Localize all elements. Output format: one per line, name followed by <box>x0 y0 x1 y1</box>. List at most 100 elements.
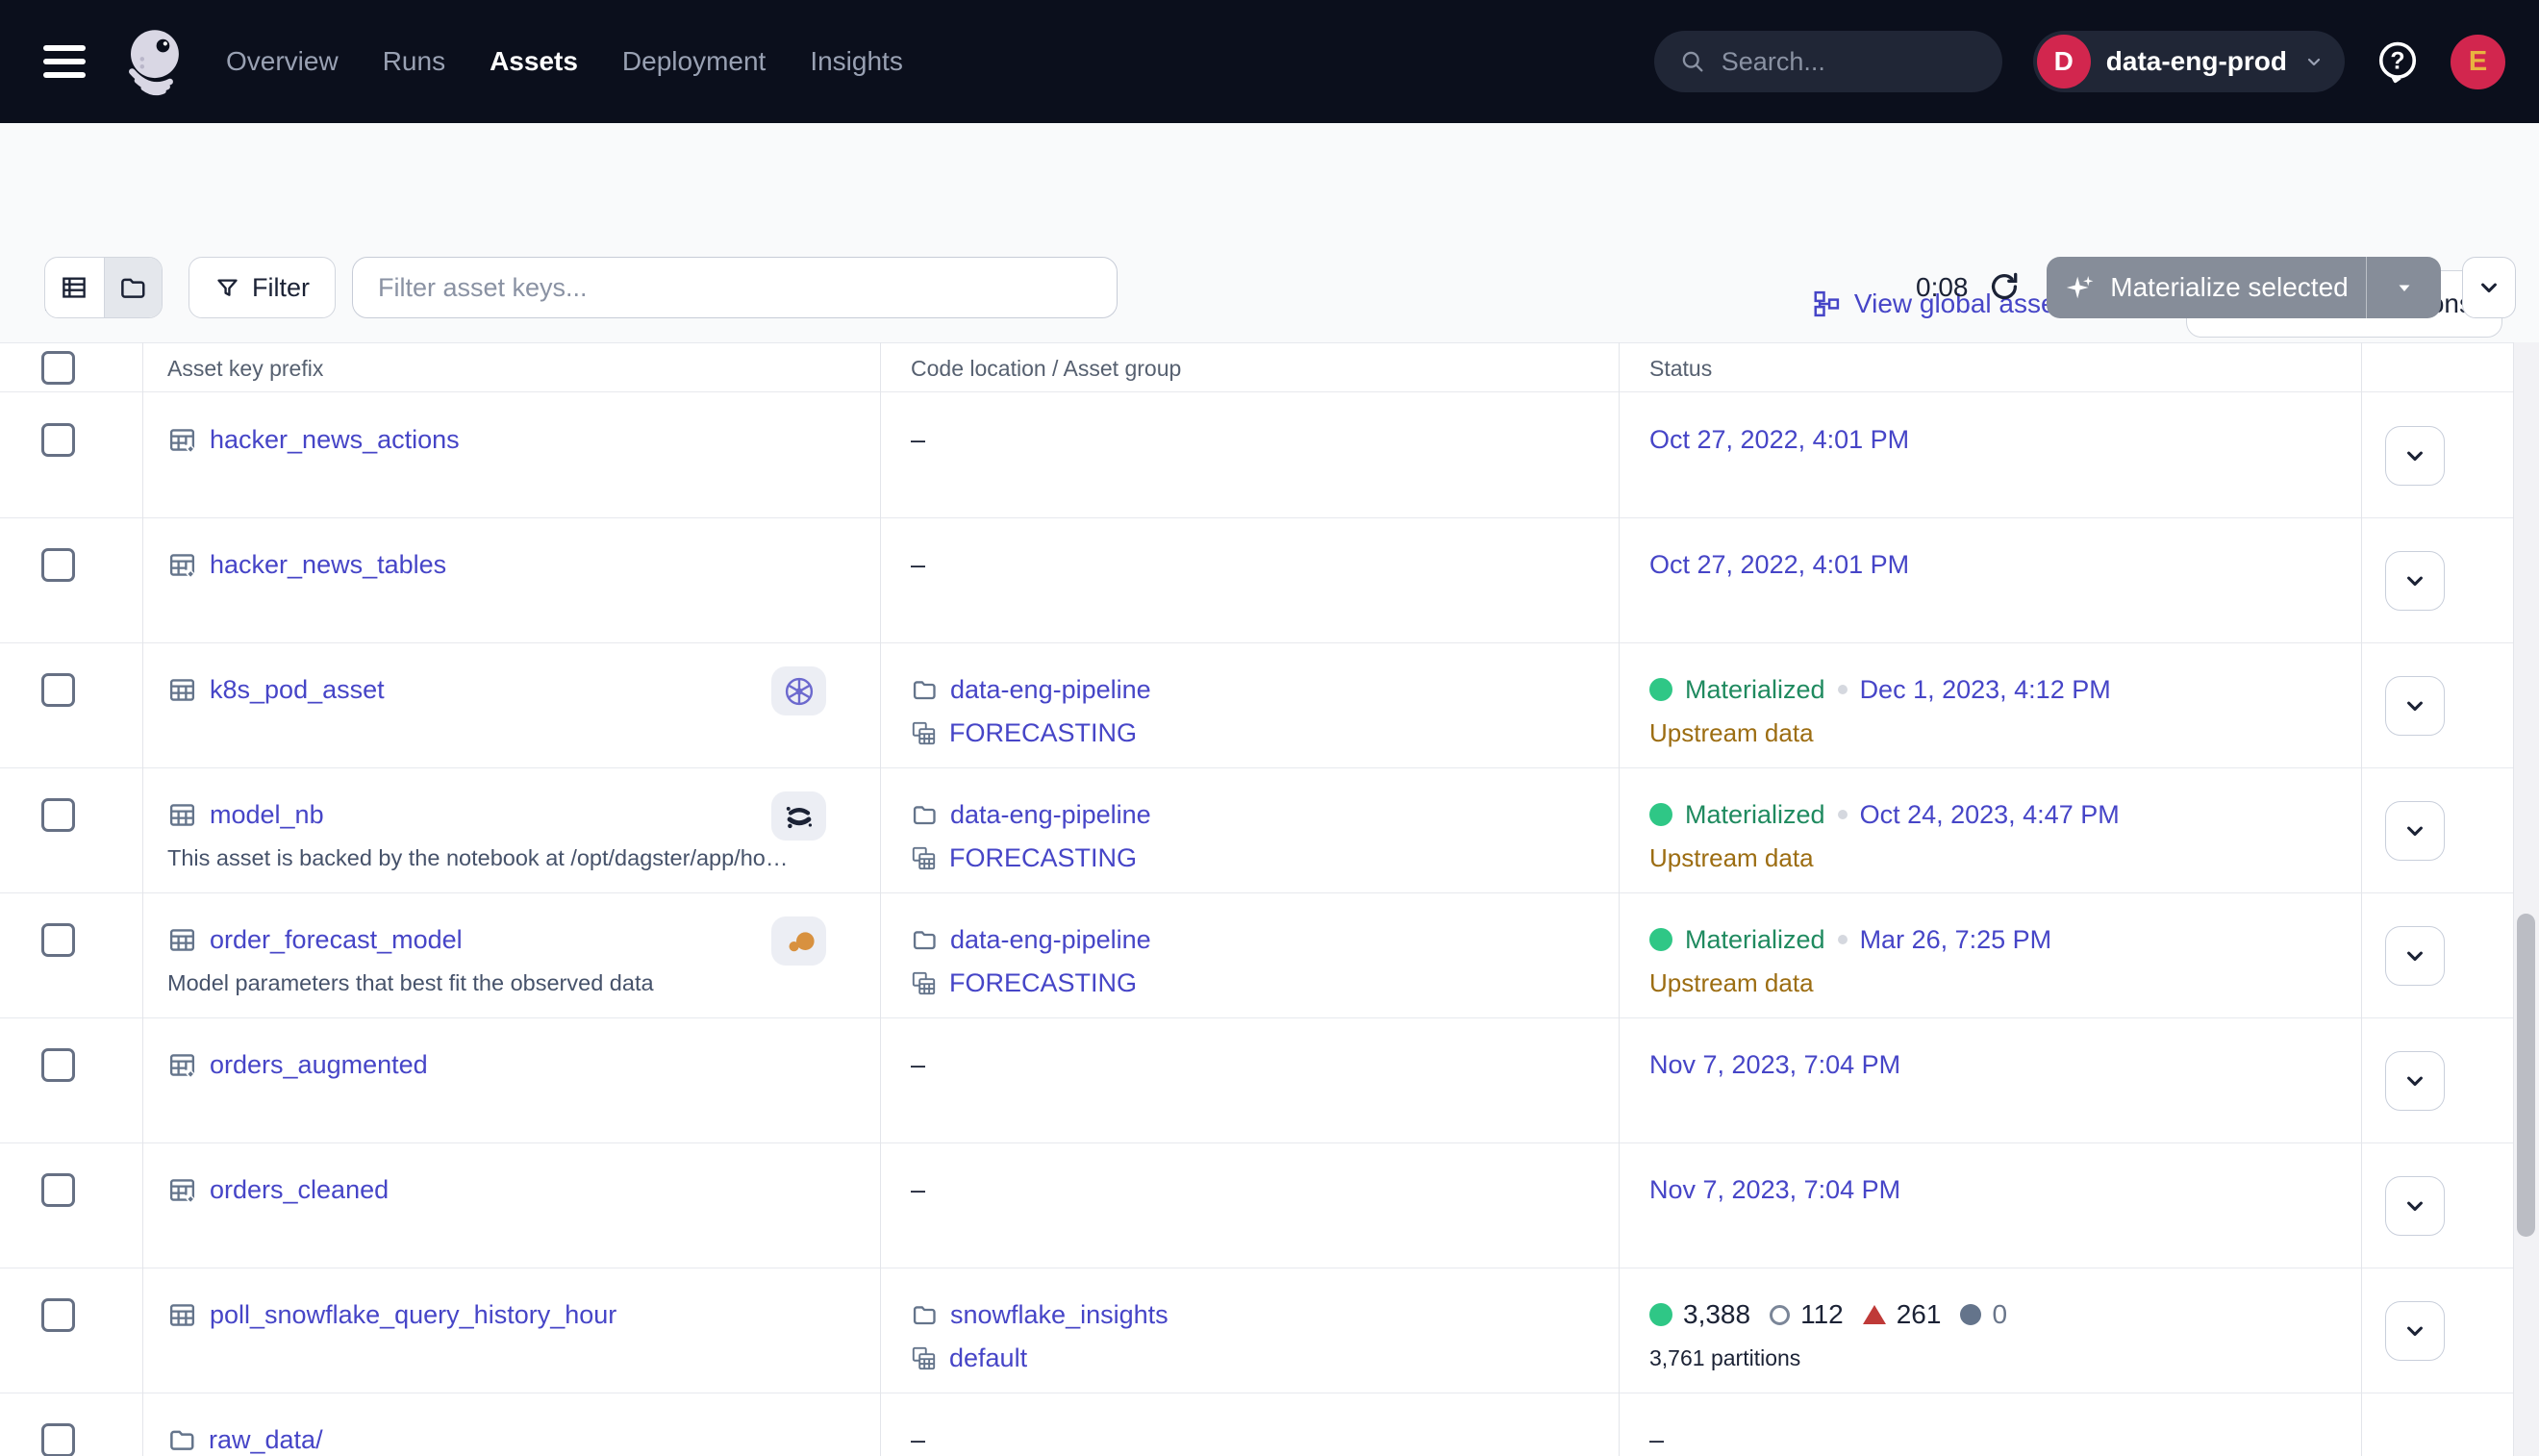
row-checkbox[interactable] <box>41 423 75 457</box>
filter-asset-keys-input[interactable] <box>352 257 1118 318</box>
materialize-selected-button[interactable]: Materialize selected <box>2047 257 2441 318</box>
asset-prefix-table-icon <box>167 550 197 580</box>
materialized-status-dot <box>1649 928 1672 951</box>
row-expand-button[interactable] <box>2385 1301 2445 1361</box>
status-date-link[interactable]: Mar 26, 7:25 PM <box>1860 925 2052 955</box>
asset-link[interactable]: orders_cleaned <box>210 1175 389 1205</box>
row-checkbox[interactable] <box>41 1298 75 1332</box>
status-date-link[interactable]: Dec 1, 2023, 4:12 PM <box>1860 675 2111 705</box>
asset-group-link[interactable]: default <box>949 1343 1027 1373</box>
code-location-link[interactable]: data-eng-pipeline <box>950 675 1151 705</box>
upstream-data-link[interactable]: Upstream data <box>1649 843 1814 873</box>
search-input[interactable] <box>1722 47 2062 77</box>
materialize-button-label: Materialize selected <box>2110 272 2348 303</box>
table-row: orders_augmented – Nov 7, 2023, 7:04 PM <box>0 1018 2513 1143</box>
asset-link[interactable]: hacker_news_actions <box>210 425 460 455</box>
assets-toolbar: Filter 0:08 Materialize selected <box>0 256 2539 319</box>
folder-view-toggle[interactable] <box>104 258 163 317</box>
empty-location: – <box>911 1175 925 1205</box>
nav-item-insights[interactable]: Insights <box>810 46 903 77</box>
asset-link[interactable]: raw_data/ <box>209 1425 323 1455</box>
row-checkbox[interactable] <box>41 1048 75 1082</box>
asset-link[interactable]: orders_augmented <box>210 1050 428 1080</box>
row-checkbox[interactable] <box>41 1173 75 1207</box>
status-date-link[interactable]: Oct 24, 2023, 4:47 PM <box>1860 800 2120 830</box>
table-body: hacker_news_actions – Oct 27, 2022, 4:01… <box>0 393 2513 1456</box>
user-avatar[interactable]: E <box>2451 35 2505 89</box>
search-icon <box>1679 48 1706 75</box>
kubernetes-icon <box>771 666 826 715</box>
upstream-data-link[interactable]: Upstream data <box>1649 968 1814 998</box>
asset-description: This asset is backed by the notebook at … <box>167 841 788 874</box>
status-date-link[interactable]: Oct 27, 2022, 4:01 PM <box>1649 550 1909 580</box>
code-location-link[interactable]: data-eng-pipeline <box>950 925 1151 955</box>
asset-prefix-table-icon <box>167 1050 197 1080</box>
missing-circle-icon <box>1770 1305 1790 1325</box>
flat-view-toggle[interactable] <box>45 258 104 317</box>
dagster-logo-icon[interactable] <box>111 15 191 108</box>
empty-location: – <box>911 1425 925 1455</box>
row-expand-button[interactable] <box>2385 1051 2445 1111</box>
global-search[interactable]: / <box>1654 31 2002 92</box>
separator-dot <box>1838 810 1848 819</box>
row-checkbox[interactable] <box>41 923 75 957</box>
asset-group-icon <box>911 1345 937 1371</box>
materialize-dropdown-arrow[interactable] <box>2366 257 2441 318</box>
asset-table-icon <box>167 675 197 705</box>
materialized-count: 3,388 <box>1649 1299 1750 1330</box>
row-expand-button[interactable] <box>2385 926 2445 986</box>
filter-button[interactable]: Filter <box>189 257 336 318</box>
nav-item-overview[interactable]: Overview <box>226 46 339 77</box>
table-row: k8s_pod_asset data-eng-pipeline <box>0 643 2513 768</box>
list-view-icon <box>60 273 88 302</box>
refresh-icon[interactable] <box>1987 269 2022 304</box>
asset-link[interactable]: hacker_news_tables <box>210 550 446 580</box>
nav-items: Overview Runs Assets Deployment Insights <box>226 46 903 77</box>
svg-text:?: ? <box>2390 48 2404 75</box>
deployment-name: data-eng-prod <box>2106 46 2287 77</box>
folder-icon <box>118 273 147 302</box>
chevron-down-icon <box>2302 50 2325 73</box>
code-location-link[interactable]: data-eng-pipeline <box>950 800 1151 830</box>
nav-item-runs[interactable]: Runs <box>383 46 445 77</box>
asset-group-icon <box>911 970 937 996</box>
status-date-link[interactable]: Nov 7, 2023, 7:04 PM <box>1649 1050 1900 1080</box>
row-expand-button[interactable] <box>2385 676 2445 736</box>
asset-group-link[interactable]: FORECASTING <box>949 843 1137 873</box>
upstream-data-link[interactable]: Upstream data <box>1649 718 1814 748</box>
column-divider <box>2361 342 2362 1456</box>
deployment-switcher[interactable]: D data-eng-prod <box>2033 31 2345 92</box>
row-checkbox[interactable] <box>41 673 75 707</box>
more-actions-button[interactable] <box>2462 257 2516 318</box>
asset-link[interactable]: model_nb <box>210 800 324 830</box>
nav-item-assets[interactable]: Assets <box>490 46 578 77</box>
row-checkbox[interactable] <box>41 798 75 832</box>
jupyter-icon <box>771 791 826 841</box>
row-checkbox[interactable] <box>41 548 75 582</box>
scrollbar-thumb[interactable] <box>2517 914 2535 1237</box>
table-row: orders_cleaned – Nov 7, 2023, 7:04 PM <box>0 1143 2513 1268</box>
status-date-link[interactable]: Nov 7, 2023, 7:04 PM <box>1649 1175 1900 1205</box>
asset-link[interactable]: order_forecast_model <box>210 925 463 955</box>
nav-item-deployment[interactable]: Deployment <box>622 46 766 77</box>
row-checkbox[interactable] <box>41 1423 75 1456</box>
row-expand-button[interactable] <box>2385 801 2445 861</box>
code-location-link[interactable]: snowflake_insights <box>950 1300 1169 1330</box>
asset-group-link[interactable]: FORECASTING <box>949 718 1137 748</box>
asset-link[interactable]: k8s_pod_asset <box>210 675 385 705</box>
asset-link[interactable]: poll_snowflake_query_history_hour <box>210 1300 616 1330</box>
status-date-link[interactable]: Oct 27, 2022, 4:01 PM <box>1649 425 1909 455</box>
menu-icon[interactable] <box>43 45 86 78</box>
row-expand-button[interactable] <box>2385 426 2445 486</box>
row-expand-button[interactable] <box>2385 1176 2445 1236</box>
column-divider <box>142 342 143 1456</box>
asset-group-link[interactable]: FORECASTING <box>949 968 1137 998</box>
row-expand-button[interactable] <box>2385 551 2445 611</box>
asset-prefix-table-icon <box>167 1175 197 1205</box>
table-row: poll_snowflake_query_history_hour snowfl… <box>0 1268 2513 1393</box>
other-count: 0 <box>1960 1299 2007 1330</box>
empty-location: – <box>911 550 925 580</box>
help-icon[interactable]: ? <box>2376 39 2420 84</box>
table-row: model_nb This asset is backed by the not… <box>0 768 2513 893</box>
select-all-checkbox[interactable] <box>41 351 75 385</box>
